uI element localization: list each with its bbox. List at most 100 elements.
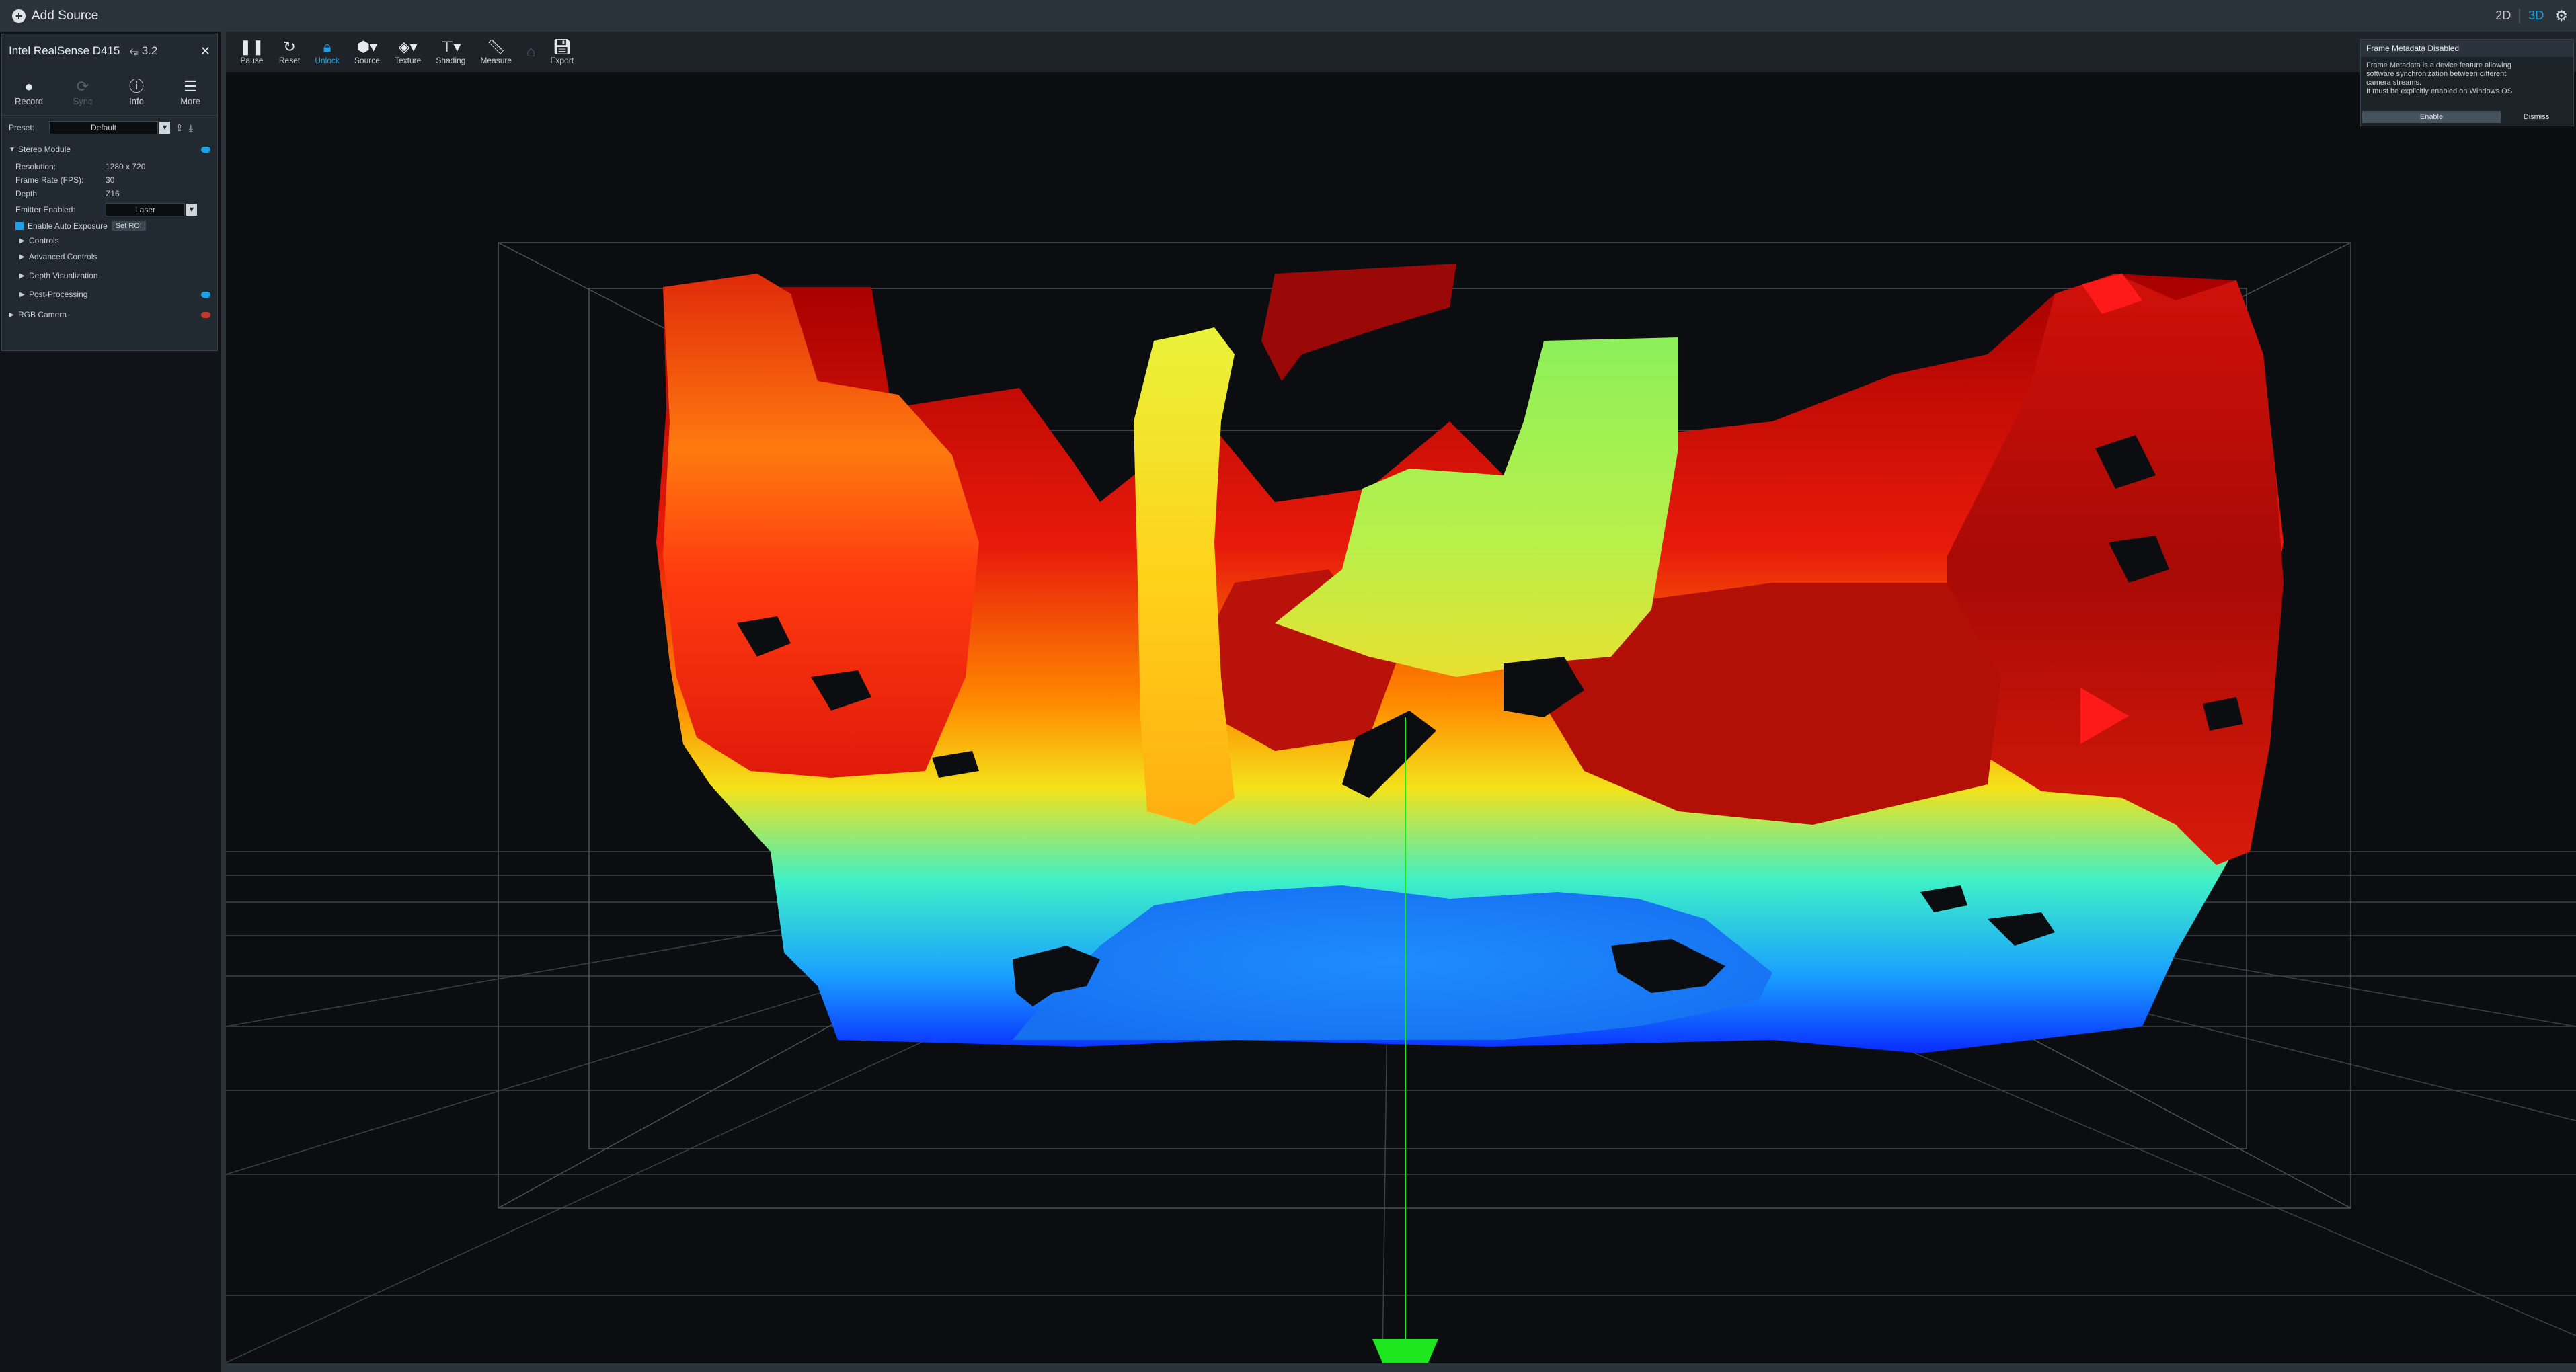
disabled-tool-icon: ⌂ [526, 43, 536, 60]
info-icon: ⓘ [128, 77, 144, 95]
rgb-camera-header[interactable]: ▶ RGB Camera [2, 308, 217, 321]
rgb-camera-toggle[interactable] [201, 311, 210, 318]
dismiss-button[interactable]: Dismiss [2501, 111, 2572, 123]
paint-roller-icon: ⊤▾ [440, 38, 461, 55]
controls-item[interactable]: ▶ Controls [2, 234, 217, 247]
collapsed-triangle-icon: ▶ [9, 311, 14, 319]
device-panel: Intel RealSense D415 ⭂ 3.2 ✕ ● Record ⟳ … [1, 34, 218, 351]
unlock-label: Unlock [315, 56, 340, 65]
sidebar-splitter[interactable] [221, 32, 226, 1372]
paint-bucket-icon: ◈▾ [398, 38, 418, 55]
more-button[interactable]: ☰ More [163, 77, 217, 106]
notification-title: Frame Metadata Disabled [2361, 40, 2573, 57]
controls-label: Controls [29, 236, 59, 245]
export-label: Export [550, 56, 574, 65]
source-label: Source [354, 56, 380, 65]
shading-button[interactable]: ⊤▾ Shading [436, 38, 465, 65]
menu-icon: ☰ [184, 77, 197, 95]
depth-point-cloud [656, 264, 2284, 1053]
stereo-module-header[interactable]: ▼ Stereo Module [2, 143, 217, 156]
source-button[interactable]: ⬢▾ Source [354, 38, 380, 65]
resolution-label: Resolution: [15, 162, 56, 171]
advanced-controls-item[interactable]: ▶ Advanced Controls [2, 250, 217, 264]
texture-button[interactable]: ◈▾ Texture [395, 38, 421, 65]
device-header: Intel RealSense D415 ⭂ 3.2 ✕ [2, 34, 217, 68]
emitter-select[interactable]: Laser [106, 203, 185, 216]
lock-icon: 🔒︎ [323, 38, 331, 55]
info-button[interactable]: ⓘ Info [110, 77, 163, 106]
pause-label: Pause [240, 56, 264, 65]
resolution-value[interactable]: 1280 x 720 [106, 162, 145, 171]
record-button[interactable]: ● Record [2, 77, 56, 106]
preset-label: Preset: [9, 123, 35, 132]
emitter-row: Emitter Enabled: Laser ▼ [2, 203, 217, 216]
frame-metadata-notification: Frame Metadata Disabled Frame Metadata i… [2360, 39, 2574, 126]
upload-icon[interactable]: ⇪ [175, 122, 184, 134]
sync-button[interactable]: ⟳ Sync [56, 77, 110, 106]
expanded-triangle-icon: ▼ [9, 145, 15, 153]
gear-icon[interactable]: ⚙ [2552, 7, 2576, 25]
post-processing-toggle[interactable] [201, 291, 210, 298]
post-processing-label: Post-Processing [29, 290, 88, 299]
reset-icon: ↻ [283, 38, 296, 55]
3d-viewport[interactable] [226, 72, 2576, 1369]
texture-label: Texture [394, 56, 422, 65]
record-icon: ● [24, 77, 34, 95]
depth-visualization-item[interactable]: ▶ Depth Visualization [2, 269, 217, 282]
add-source-button[interactable]: + Add Source [0, 0, 222, 32]
close-icon[interactable]: ✕ [200, 44, 210, 58]
advanced-controls-label: Advanced Controls [29, 252, 97, 261]
preset-select[interactable]: Default [49, 121, 159, 134]
auto-exposure-row: Enable Auto Exposure Set ROI [2, 219, 217, 233]
cube-icon: ⬢▾ [356, 38, 378, 55]
stereo-module-toggle[interactable] [201, 146, 210, 153]
rgb-camera-title: RGB Camera [18, 310, 67, 319]
device-actions: ● Record ⟳ Sync ⓘ Info ☰ More [2, 68, 217, 116]
pause-icon: ❚❚ [239, 38, 264, 55]
auto-exposure-label: Enable Auto Exposure [28, 221, 108, 231]
viewer-toolbar: ❚❚ Pause ↻ Reset 🔒︎ Unlock ⬢▾ Source ◈▾ Textu… [226, 32, 2576, 72]
resolution-row: Resolution: 1280 x 720 [2, 160, 217, 173]
view-mode-2d[interactable]: 2D [2487, 9, 2519, 23]
auto-exposure-checkbox[interactable] [15, 222, 24, 230]
depth-stream-row: Depth Z16 [2, 187, 217, 200]
depth-stream-label: Depth [15, 189, 38, 198]
reset-button[interactable]: ↻ Reset [279, 38, 300, 65]
depth-visualization-label: Depth Visualization [29, 271, 98, 280]
collapsed-triangle-icon: ▶ [19, 272, 25, 280]
more-label: More [180, 95, 200, 106]
post-processing-item[interactable]: ▶ Post-Processing [2, 288, 217, 301]
save-icon: 💾︎ [552, 38, 572, 55]
status-bar [226, 1363, 2576, 1372]
plus-icon: + [12, 9, 26, 23]
view-mode-3d[interactable]: 3D [2519, 9, 2552, 23]
info-label: Info [129, 95, 144, 106]
notification-message: Frame Metadata is a device feature allow… [2366, 61, 2513, 95]
depth-format-value[interactable]: Z16 [106, 189, 120, 198]
chevron-down-icon[interactable]: ▼ [186, 204, 197, 216]
measure-label: Measure [480, 56, 512, 65]
record-label: Record [15, 95, 43, 106]
collapsed-triangle-icon: ▶ [19, 290, 25, 298]
device-name: Intel RealSense D415 [9, 44, 120, 57]
stereo-module-title: Stereo Module [18, 145, 71, 154]
fps-row: Frame Rate (FPS): 30 [2, 173, 217, 187]
unlock-button[interactable]: 🔒︎ Unlock [315, 38, 340, 65]
point-cloud-scene[interactable] [226, 72, 2576, 1369]
download-icon[interactable]: ⤓ [189, 122, 193, 134]
fps-label: Frame Rate (FPS): [15, 175, 84, 185]
sync-label: Sync [73, 95, 93, 106]
sync-icon: ⟳ [76, 77, 89, 95]
set-roi-button[interactable]: Set ROI [111, 221, 146, 231]
chevron-down-icon[interactable]: ▼ [159, 122, 171, 134]
enable-button[interactable]: Enable [2362, 111, 2501, 123]
z-axis-arrow [1372, 1339, 1438, 1363]
export-button[interactable]: 💾︎ Export [550, 38, 574, 65]
preset-row: Preset: Default ▼ ⇪ ⤓ [2, 116, 217, 140]
usb-icon: ⭂ 3.2 [129, 44, 158, 57]
disabled-tool-button[interactable]: ⌂ [526, 43, 535, 60]
measure-button[interactable]: 📏︎ Measure [480, 38, 512, 65]
pause-button[interactable]: ❚❚ Pause [239, 38, 264, 65]
fps-value[interactable]: 30 [106, 175, 114, 185]
collapsed-triangle-icon: ▶ [19, 253, 25, 261]
